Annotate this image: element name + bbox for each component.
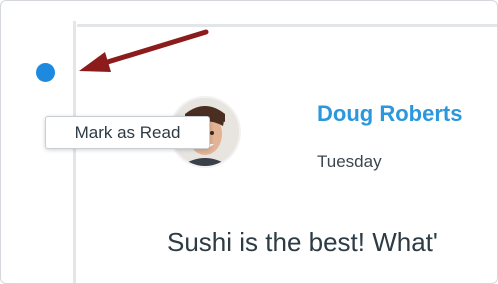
post-message: Sushi is the best! What' [167,227,438,257]
author-name-link[interactable]: Doug Roberts [317,101,462,127]
post-date: Tuesday [317,152,382,171]
unread-indicator-icon[interactable] [36,63,55,82]
discussion-panel: Mark as Read Doug Roberts Tuesday Sushi … [0,0,498,284]
annotation-arrow-icon [79,29,209,72]
mark-as-read-tooltip: Mark as Read [45,116,210,149]
